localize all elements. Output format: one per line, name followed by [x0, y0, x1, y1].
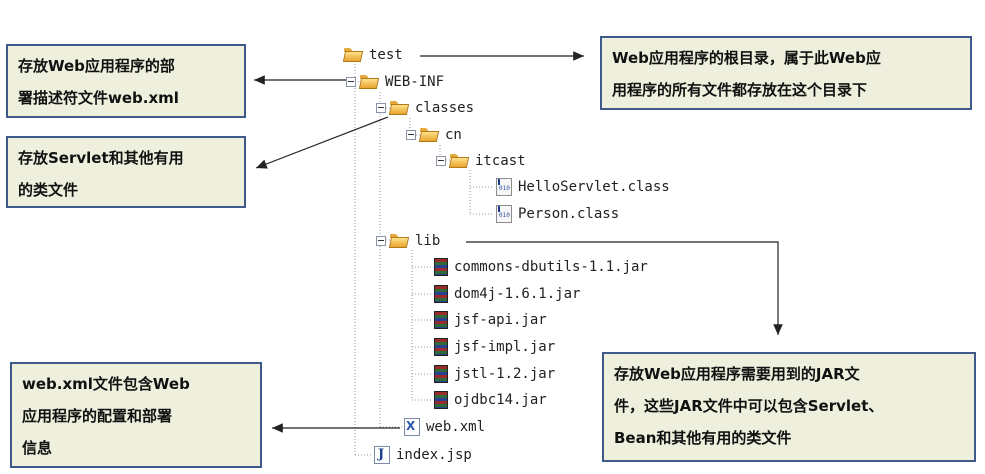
node-label: classes [415, 100, 475, 116]
folder-open-icon [390, 101, 409, 115]
note-line: 应用程序的配置和部署 [22, 407, 173, 425]
diagram-canvas: 存放Web应用程序的部 署描述符文件web.xml 存放Servlet和其他有用… [0, 0, 985, 474]
tree-node-web-xml[interactable]: web.xml [404, 416, 485, 438]
node-label: web.xml [426, 419, 486, 435]
jsp-file-icon [374, 446, 390, 464]
jar-file-icon [434, 391, 448, 409]
node-label: ojdbc14.jar [454, 392, 547, 408]
jar-file-icon [434, 338, 448, 356]
note-line: 署描述符文件web.xml [18, 89, 179, 107]
jar-file-icon [434, 258, 448, 276]
tree-node-lib[interactable]: lib [376, 230, 440, 252]
folder-open-icon [450, 154, 469, 168]
tree-node-web-inf[interactable]: WEB-INF [346, 71, 444, 93]
note-line: 存放Web应用程序的部 [18, 57, 175, 75]
note-line: 件，这些JAR文件中可以包含Servlet、 [614, 397, 884, 415]
tree-node-itcast[interactable]: itcast [436, 150, 526, 172]
note-line: Web应用程序的根目录，属于此Web应 [612, 49, 881, 67]
folder-open-icon [390, 234, 409, 248]
tree-node-index-jsp[interactable]: index.jsp [374, 444, 472, 466]
collapse-toggle-icon[interactable] [376, 103, 386, 113]
node-label: HelloServlet.class [518, 179, 670, 195]
node-label: WEB-INF [385, 74, 445, 90]
root-directory-note: Web应用程序的根目录，属于此Web应 用程序的所有文件都存放在这个目录下 [600, 36, 972, 110]
tree-node-jar[interactable]: jsf-impl.jar [434, 336, 555, 358]
xml-file-icon [404, 418, 420, 436]
tree-node-jar[interactable]: jstl-1.2.jar [434, 363, 555, 385]
tree-node-jar[interactable]: dom4j-1.6.1.jar [434, 283, 580, 305]
note-line: web.xml文件包含Web [22, 375, 190, 393]
node-label: jstl-1.2.jar [454, 366, 556, 382]
node-label: commons-dbutils-1.1.jar [454, 259, 648, 275]
jar-file-icon [434, 311, 448, 329]
deployment-descriptor-note: 存放Web应用程序的部 署描述符文件web.xml [6, 44, 246, 118]
tree-node-jar[interactable]: ojdbc14.jar [434, 389, 547, 411]
tree-node-hello-servlet[interactable]: HelloServlet.class [496, 176, 670, 198]
note-line: 信息 [22, 439, 53, 457]
collapse-toggle-icon[interactable] [346, 77, 356, 87]
tree-node-classes[interactable]: classes [376, 97, 474, 119]
tree-node-jar[interactable]: jsf-api.jar [434, 309, 547, 331]
servlet-classes-note: 存放Servlet和其他有用 的类文件 [6, 136, 246, 208]
node-label: lib [415, 233, 441, 249]
jar-file-icon [434, 285, 448, 303]
class-file-icon [496, 178, 512, 196]
web-xml-info-note: web.xml文件包含Web 应用程序的配置和部署 信息 [10, 362, 262, 468]
arrow-classes-to-servlet-box [255, 116, 389, 169]
note-line: 存放Servlet和其他有用 [18, 149, 184, 167]
node-label: Person.class [518, 206, 620, 222]
folder-open-icon [360, 75, 379, 89]
note-line: Bean和其他有用的类文件 [614, 429, 792, 447]
node-label: cn [445, 127, 462, 143]
tree-node-cn[interactable]: cn [406, 124, 462, 146]
node-label: index.jsp [396, 447, 472, 463]
tree-node-person[interactable]: Person.class [496, 203, 619, 225]
node-label: test [369, 47, 403, 63]
note-line: 用程序的所有文件都存放在这个目录下 [612, 81, 868, 99]
collapse-toggle-icon[interactable] [376, 236, 386, 246]
note-line: 存放Web应用程序需要用到的JAR文 [614, 365, 860, 383]
node-label: jsf-impl.jar [454, 339, 556, 355]
jar-file-icon [434, 365, 448, 383]
tree-node-jar[interactable]: commons-dbutils-1.1.jar [434, 256, 648, 278]
collapse-toggle-icon[interactable] [406, 130, 416, 140]
class-file-icon [496, 205, 512, 223]
folder-open-icon [420, 128, 439, 142]
node-label: dom4j-1.6.1.jar [454, 286, 581, 302]
collapse-toggle-icon[interactable] [436, 156, 446, 166]
tree-node-root[interactable]: test [344, 44, 403, 66]
folder-open-icon [344, 48, 363, 62]
node-label: itcast [475, 153, 526, 169]
jar-files-note: 存放Web应用程序需要用到的JAR文 件，这些JAR文件中可以包含Servlet… [602, 352, 976, 462]
note-line: 的类文件 [18, 181, 79, 199]
node-label: jsf-api.jar [454, 312, 547, 328]
